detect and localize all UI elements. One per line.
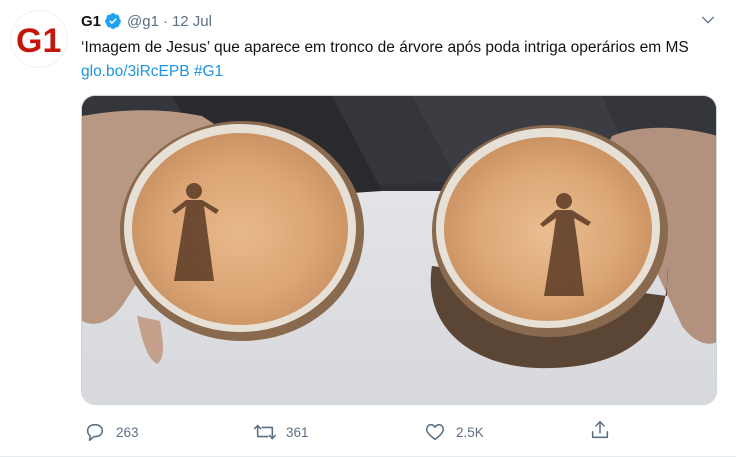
tweet-card[interactable]: G1 G1 @g1 · 12 Jul ‘Imagem de Jesus’ que… bbox=[0, 0, 736, 457]
tweet-header: G1 @g1 · 12 Jul bbox=[81, 11, 716, 31]
avatar[interactable]: G1 bbox=[10, 10, 68, 68]
retweet-button[interactable]: 361 bbox=[251, 418, 421, 446]
tweet-actions: 263 361 2.5K bbox=[81, 418, 641, 446]
g1-logo: G1 bbox=[14, 19, 64, 59]
g1-logo-text: G1 bbox=[16, 22, 61, 59]
heart-icon bbox=[421, 418, 449, 446]
tweet-link[interactable]: glo.bo/3iRcEPB bbox=[81, 63, 190, 80]
reply-button[interactable]: 263 bbox=[81, 418, 251, 446]
reply-count: 263 bbox=[116, 424, 139, 440]
share-icon bbox=[589, 419, 611, 446]
more-options-chevron-down-icon[interactable] bbox=[698, 10, 718, 30]
display-name[interactable]: G1 bbox=[81, 13, 101, 30]
verified-badge-icon bbox=[104, 12, 122, 30]
like-button[interactable]: 2.5K bbox=[421, 418, 591, 446]
handle[interactable]: @g1 bbox=[127, 13, 159, 30]
like-count: 2.5K bbox=[456, 424, 484, 440]
share-button[interactable] bbox=[586, 418, 614, 446]
tweet-text-main: ‘Imagem de Jesus’ que aparece em tronco … bbox=[81, 39, 689, 56]
retweet-icon bbox=[251, 418, 279, 446]
retweet-count: 361 bbox=[286, 424, 309, 440]
photo-illustration bbox=[82, 96, 716, 404]
timestamp[interactable]: 12 Jul bbox=[172, 13, 212, 30]
reply-icon bbox=[81, 418, 109, 446]
tweet-media-photo[interactable] bbox=[81, 95, 717, 405]
tweet-text: ‘Imagem de Jesus’ que aparece em tronco … bbox=[81, 36, 701, 84]
separator-dot: · bbox=[162, 12, 168, 30]
hashtag-link[interactable]: #G1 bbox=[194, 63, 223, 80]
